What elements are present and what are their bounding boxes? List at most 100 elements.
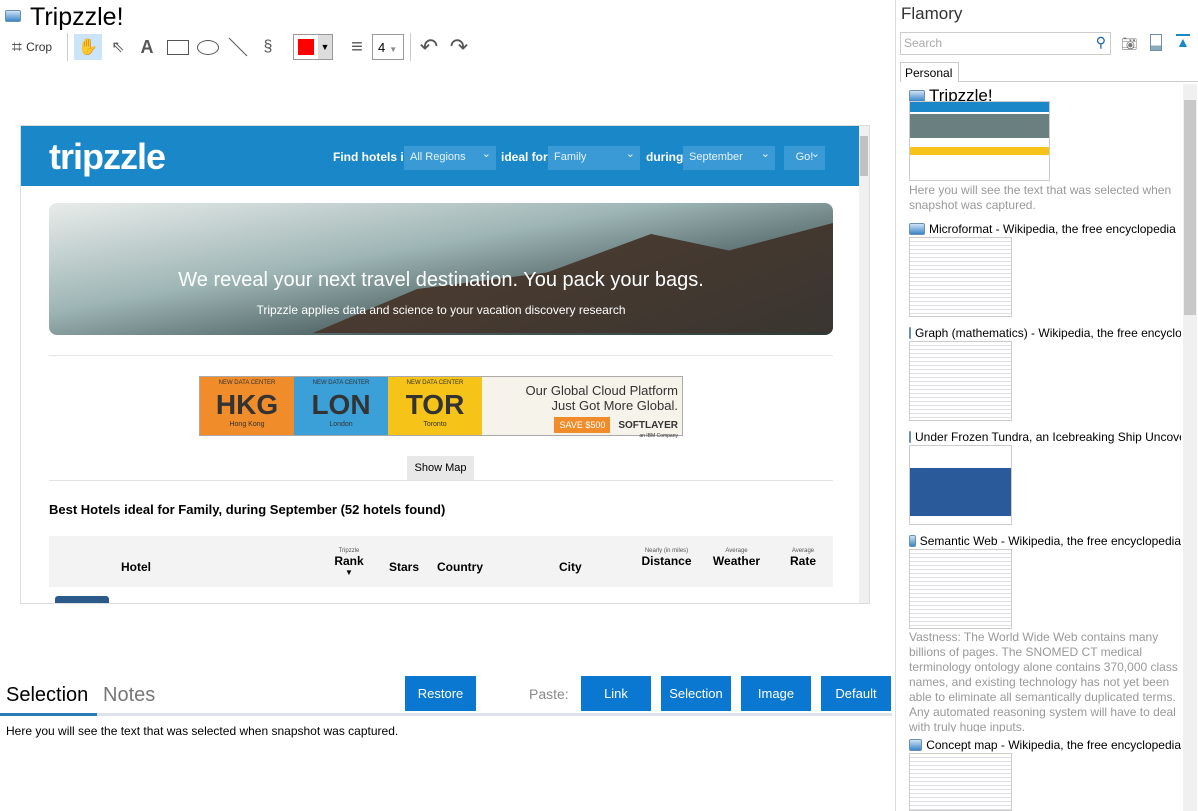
snapshot-preview[interactable]: tripzzle Find hotels in All Regions idea… <box>20 125 870 604</box>
col-stars[interactable]: Stars <box>389 560 419 574</box>
col-country[interactable]: Country <box>437 560 483 574</box>
pointer-tool-icon[interactable]: ⇖ <box>106 34 130 60</box>
paste-image-button[interactable]: Image <box>741 676 811 711</box>
crop-label: Crop <box>26 40 53 54</box>
tab-personal[interactable]: Personal <box>900 62 959 82</box>
results-table-header: Hotel Tripzzle Rank ▼ Stars Country City N… <box>49 536 833 587</box>
ad-headline: Just Got More Global. <box>551 398 678 413</box>
list-item[interactable]: Under Frozen Tundra, an Icebreaking Ship… <box>909 430 1181 444</box>
undo-icon[interactable]: ↶ <box>416 34 442 60</box>
tab-selection[interactable]: Selection <box>6 684 88 707</box>
list-item[interactable]: Concept map - Wikipedia, the free encycl… <box>909 738 1181 752</box>
page-icon <box>909 739 923 751</box>
col-rate[interactable]: Average Rate <box>785 548 821 568</box>
line-tool-icon[interactable] <box>226 34 250 60</box>
show-map-button[interactable]: Show Map <box>407 456 474 480</box>
ad-city: Hong Kong <box>229 421 265 428</box>
page-icon <box>909 327 911 339</box>
list-item[interactable]: Microformat - Wikipedia, the free encycl… <box>909 222 1181 236</box>
go-button[interactable]: Go! <box>784 146 825 170</box>
snapshot-thumbnail[interactable] <box>909 549 1012 629</box>
site-logo: tripzzle <box>49 136 166 177</box>
line-width-select[interactable]: 4 ▼ <box>372 34 404 60</box>
hotel-thumbnail <box>55 596 109 603</box>
page-icon <box>909 223 925 235</box>
selection-text[interactable]: Here you will see the text that was sele… <box>6 724 398 738</box>
list-item[interactable]: Graph (mathematics) - Wikipedia, the fre… <box>909 326 1181 340</box>
ad-brand-sub: an IBM Company <box>639 433 678 439</box>
snapshot-thumbnail[interactable] <box>909 445 1012 525</box>
page-icon <box>909 431 911 443</box>
ad-city: Toronto <box>423 421 447 428</box>
item-title: Semantic Web - Wikipedia, the free encyc… <box>919 534 1181 548</box>
paste-default-button[interactable]: Default <box>821 676 891 711</box>
rectangle-tool-icon[interactable] <box>165 34 191 60</box>
month-select[interactable]: September <box>683 146 775 170</box>
col-distance[interactable]: Nearly (in miles) Distance <box>639 548 694 568</box>
search-placeholder: Search <box>904 36 943 50</box>
window-title: Tripzzle! <box>30 3 124 31</box>
tab-line <box>959 81 1198 82</box>
search-input[interactable]: Search ⚲ <box>900 32 1111 55</box>
crop-button[interactable]: ⌗ Crop <box>6 34 58 60</box>
paste-label: Paste: <box>529 686 569 702</box>
color-picker[interactable]: ▼ <box>293 34 333 60</box>
chevron-down-icon: ▼ <box>318 35 332 59</box>
sidebar-scrollbar[interactable] <box>1183 84 1197 811</box>
list-item[interactable]: Semantic Web - Wikipedia, the free encyc… <box>909 534 1181 548</box>
col-city[interactable]: City <box>559 560 582 574</box>
ad-tag: NEW DATA CENTER <box>406 380 464 386</box>
paste-link-button[interactable]: Link <box>581 676 651 711</box>
sidebar-title: Flamory <box>901 4 963 23</box>
paste-selection-button[interactable]: Selection <box>661 676 731 711</box>
divider <box>49 480 833 481</box>
ad-tag: NEW DATA CENTER <box>312 380 370 386</box>
hand-tool-icon[interactable]: ✋ <box>74 34 102 60</box>
col-rank[interactable]: Tripzzle Rank ▼ <box>329 548 369 577</box>
ad-brand: SOFTLAYER <box>618 420 678 431</box>
col-weather[interactable]: Average Weather <box>709 548 764 568</box>
site-header: tripzzle Find hotels in All Regions idea… <box>21 126 869 186</box>
document-icon[interactable] <box>1150 34 1162 51</box>
collapse-icon[interactable]: ▲ <box>1176 34 1190 49</box>
ideal-select[interactable]: Family <box>548 146 640 170</box>
col-hotel[interactable]: Hotel <box>121 560 151 574</box>
hero-banner: We reveal your next travel destination. … <box>49 203 833 335</box>
ad-tag: NEW DATA CENTER <box>218 380 276 386</box>
region-select[interactable]: All Regions <box>404 146 496 170</box>
item-description: Here you will see the text that was sele… <box>909 183 1172 212</box>
color-swatch <box>298 39 314 55</box>
divider <box>49 355 833 356</box>
ad-code: LON <box>311 389 371 420</box>
line-width-icon: ≡ <box>351 35 363 58</box>
item-title: Concept map - Wikipedia, the free encycl… <box>926 738 1181 752</box>
ellipse-tool-icon[interactable] <box>195 34 221 60</box>
divider <box>67 33 68 61</box>
item-title: Microformat - Wikipedia, the free encycl… <box>929 222 1176 236</box>
snapshot-thumbnail[interactable] <box>909 753 1012 811</box>
advertisement[interactable]: NEW DATA CENTER HKG Hong Kong NEW DATA CEN… <box>199 376 683 439</box>
camera-icon[interactable]: 📷︎ <box>1121 36 1138 52</box>
snapshot-thumbnail[interactable] <box>909 101 1050 181</box>
line-width-value: 4 <box>378 40 386 55</box>
active-tab-indicator <box>0 713 97 716</box>
crop-icon: ⌗ <box>11 36 23 57</box>
snapshot-thumbnail[interactable] <box>909 237 1012 317</box>
snapshot-thumbnail[interactable] <box>909 341 1012 421</box>
ad-city: London <box>329 421 353 428</box>
freehand-tool-icon[interactable]: § <box>256 34 280 60</box>
search-icon[interactable]: ⚲ <box>1096 34 1106 51</box>
item-title: Graph (mathematics) - Wikipedia, the fre… <box>915 326 1181 340</box>
ad-code: TOR <box>405 389 465 420</box>
text-tool-icon[interactable]: A <box>135 34 159 60</box>
item-title: Under Frozen Tundra, an Icebreaking Ship… <box>915 430 1181 444</box>
find-label: Find hotels in <box>333 150 411 164</box>
page-icon <box>909 535 916 547</box>
restore-button[interactable]: Restore <box>405 676 476 711</box>
pane-divider <box>895 0 896 811</box>
tab-notes[interactable]: Notes <box>103 684 155 707</box>
ideal-label: ideal for <box>501 150 548 164</box>
redo-icon[interactable]: ↷ <box>446 34 472 60</box>
during-label: during <box>646 150 684 164</box>
scrollbar[interactable] <box>859 126 869 603</box>
